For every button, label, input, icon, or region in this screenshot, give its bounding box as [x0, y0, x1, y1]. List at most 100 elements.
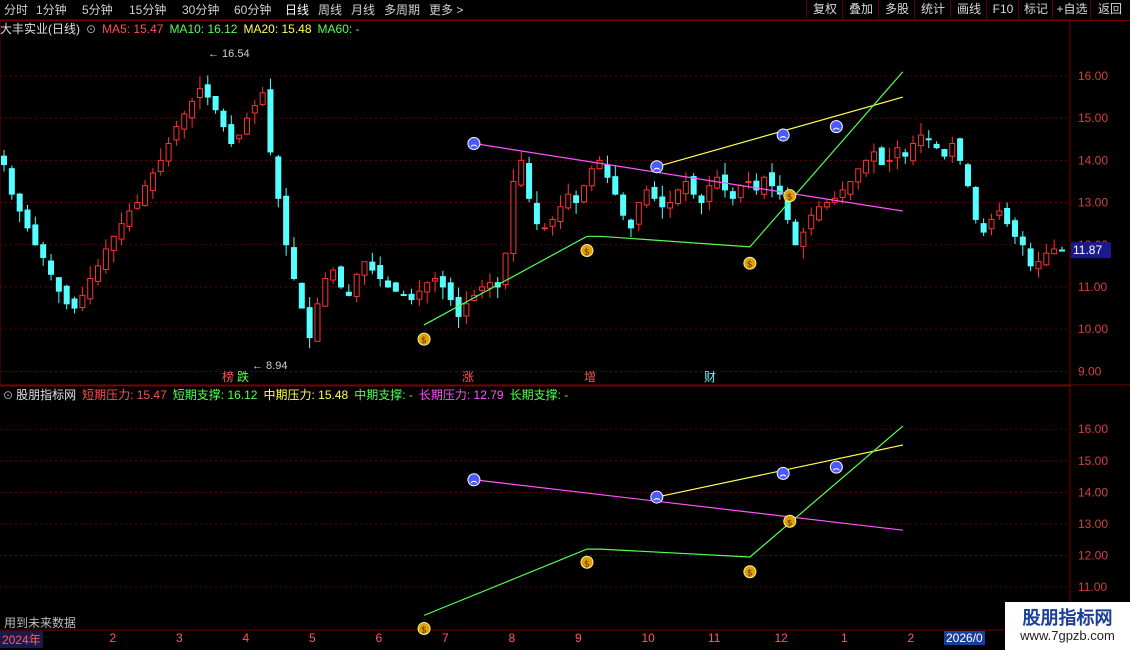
candle-body [392, 282, 399, 292]
pressure-face-icon [829, 460, 843, 474]
candle-body [933, 143, 940, 149]
candle-body [424, 282, 431, 293]
candle-body [816, 206, 823, 221]
candle-body [1011, 220, 1018, 237]
dollar-glyph: $ [421, 626, 427, 636]
month-label: 10 [641, 631, 655, 645]
candle-body [102, 248, 109, 271]
candle-body [588, 168, 595, 187]
candle-body [518, 159, 525, 186]
candle-body [63, 285, 70, 305]
candle-body [769, 172, 776, 187]
candle-body [486, 282, 493, 289]
candle-body [729, 191, 736, 199]
candle-body [792, 221, 799, 246]
candle-body [706, 185, 713, 202]
chart-canvas[interactable]: $$$$$$$$ 16.0015.0014.0013.0012.0011.001… [0, 0, 1130, 650]
timebar-end-label: 2026/0 [944, 631, 985, 645]
dollar-glyph: $ [787, 518, 793, 528]
candle-body [55, 277, 62, 292]
pressure-face-icon [650, 490, 664, 504]
candle-body [275, 156, 282, 199]
watermark-title: 股朋指标网 [1022, 608, 1113, 628]
candle-body [847, 180, 854, 195]
candle-body [698, 195, 705, 204]
watermark-url: www.7gpzb.com [1020, 628, 1115, 643]
candle-body [988, 218, 995, 230]
candle-body [1019, 236, 1026, 246]
candle-body [949, 142, 956, 157]
candle-body [87, 278, 94, 300]
dollar-glyph: $ [584, 248, 590, 258]
candle-body [1051, 248, 1058, 255]
price-axis: 16.00 15.00 14.00 13.00 12.00 11.00 10.00 9.00 1… [208, 48, 1111, 594]
candle-body [557, 206, 564, 222]
candle-body [165, 142, 172, 162]
candle-body [682, 180, 689, 195]
dollar-glyph: $ [747, 569, 753, 579]
candle-body [345, 291, 352, 296]
candle-body [243, 117, 250, 135]
candle-body [330, 269, 337, 281]
month-label: 6 [375, 631, 383, 645]
pivot-markers: $ $ $ $ $ $ $ $ [417, 120, 843, 636]
price-tick-label: 16.00 [1078, 69, 1108, 83]
candle-body [902, 152, 909, 157]
month-label: 5 [309, 631, 316, 645]
candle-body [377, 265, 384, 280]
candle-body [463, 303, 470, 317]
candle-body [910, 142, 917, 162]
candle-body [142, 185, 149, 206]
price-tick-label: 9.00 [1078, 364, 1102, 378]
candle-body [580, 185, 587, 203]
indicator-lines [423, 71, 904, 616]
candle-body [337, 266, 344, 288]
candle-body [212, 95, 219, 111]
candle-body [565, 193, 572, 209]
dollar-glyph: $ [747, 260, 753, 270]
candle-body [220, 110, 227, 128]
candle-body [980, 223, 987, 233]
candle-body [259, 92, 266, 106]
event-marker: 财 [704, 370, 716, 384]
future-data-note: 用到未来数据 [4, 616, 77, 630]
pressure-face-icon [467, 473, 481, 487]
candle-body [196, 88, 203, 99]
candle-body [126, 210, 133, 227]
candle-body [173, 126, 180, 141]
month-label: 1 [841, 631, 848, 645]
candle-body [306, 307, 313, 339]
candle-body [870, 151, 877, 162]
candle-body [533, 202, 540, 225]
candle-body [800, 231, 807, 247]
candle-body [823, 202, 830, 208]
high-price-label: ← 16.54 [208, 48, 250, 60]
candle-body [863, 159, 870, 174]
candle-body [439, 276, 446, 288]
candle-body [635, 202, 642, 225]
candle-body [1004, 207, 1011, 225]
candle-body [996, 210, 1003, 216]
candle-body [659, 196, 666, 208]
price-tick-label: 14.00 [1078, 153, 1108, 167]
candle-body [510, 180, 517, 255]
candle-body [604, 164, 611, 178]
candle-body [1043, 252, 1050, 266]
candle-body [16, 193, 23, 212]
candle-body [894, 147, 901, 159]
candle-body [674, 189, 681, 204]
candle-body [236, 134, 243, 140]
candle-body [369, 261, 376, 271]
candle-body [40, 244, 47, 258]
current-price-label: 11.87 [1073, 243, 1102, 257]
candle-body [361, 261, 368, 276]
pressure-face-icon [776, 466, 790, 480]
month-label: 12 [774, 631, 788, 645]
month-label: 9 [575, 631, 582, 645]
candle-body [941, 149, 948, 157]
candle-body [118, 223, 125, 240]
candle-body [32, 224, 39, 246]
candle-body [314, 303, 321, 342]
candle-body [290, 247, 297, 280]
candle-body [1, 155, 7, 166]
